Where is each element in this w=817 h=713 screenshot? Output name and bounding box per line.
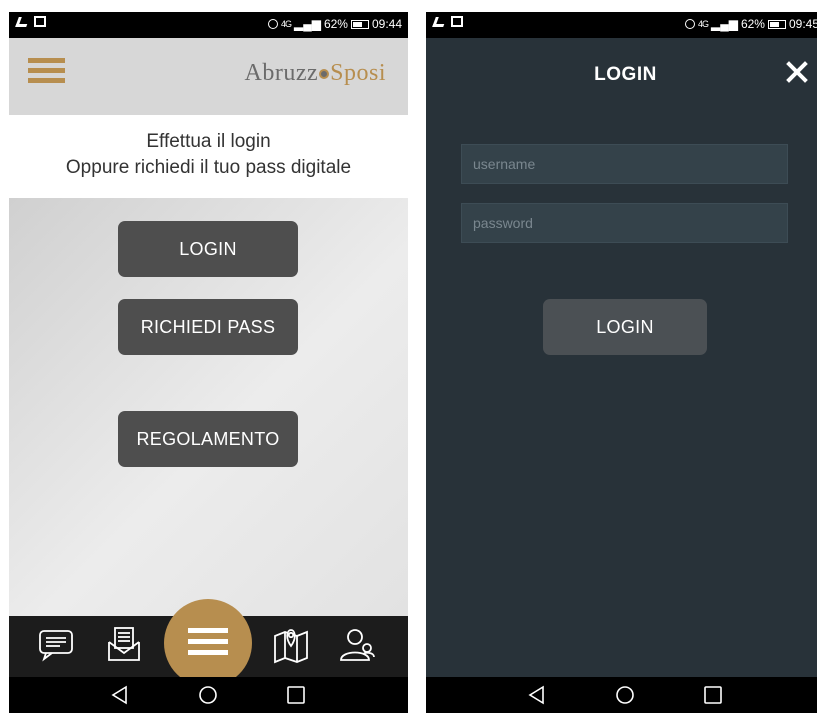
back-icon[interactable] [109, 684, 131, 706]
login-submit-button[interactable]: LOGIN [543, 299, 707, 355]
login-screen: 4G ▂▄▆ 62% 09:45 LOGIN LOGIN [426, 12, 817, 713]
battery-icon [350, 19, 369, 29]
alarm-icon [267, 19, 278, 29]
recents-icon[interactable] [285, 684, 307, 706]
signal-text: 4G [280, 19, 292, 29]
request-pass-button[interactable]: RICHIEDI PASS [118, 299, 298, 355]
app-header: Abruzz Sposi [9, 38, 408, 115]
signal-text: 4G [697, 19, 709, 29]
main-content: LOGIN RICHIEDI PASS REGOLAMENTO [9, 198, 408, 616]
home-icon[interactable] [197, 684, 219, 706]
home-screen: 4G ▂▄▆ 62% 09:44 Abruzz Sposi Effettua i… [9, 12, 408, 713]
status-time: 09:45 [788, 17, 817, 31]
back-icon[interactable] [526, 684, 548, 706]
status-bar: 4G ▂▄▆ 62% 09:45 [426, 12, 817, 38]
main-menu-button[interactable] [164, 599, 252, 687]
close-icon[interactable] [785, 60, 809, 84]
status-time: 09:44 [371, 17, 402, 31]
gallery-icon [34, 16, 46, 27]
signal-icon: ▂▄▆ [293, 17, 321, 31]
intro-text: Effettua il login Oppure richiedi il tuo… [9, 115, 408, 198]
users-icon[interactable] [338, 624, 378, 664]
recents-icon[interactable] [702, 684, 724, 706]
login-panel: LOGIN LOGIN [426, 38, 817, 677]
status-bar: 4G ▂▄▆ 62% 09:44 [9, 12, 408, 38]
username-field[interactable] [461, 144, 788, 184]
rules-button[interactable]: REGOLAMENTO [118, 411, 298, 467]
intro-line-1: Effettua il login [146, 131, 271, 152]
gallery-icon [451, 16, 463, 27]
login-title: LOGIN [594, 64, 657, 85]
battery-icon [767, 19, 786, 29]
logo-text-abruzz: Abruzz [244, 60, 319, 86]
login-button[interactable]: LOGIN [118, 221, 298, 277]
intro-line-2: Oppure richiedi il tuo pass digitale [65, 157, 352, 178]
app-logo: Abruzz Sposi [245, 60, 387, 87]
notification-icon [432, 16, 447, 27]
mail-icon[interactable] [104, 624, 144, 664]
home-icon[interactable] [614, 684, 636, 706]
bottom-tab-bar [9, 599, 408, 687]
password-field[interactable] [461, 203, 788, 243]
map-icon[interactable] [271, 624, 311, 664]
logo-rings-icon [319, 68, 330, 79]
alarm-icon [684, 19, 695, 29]
notification-icon [15, 16, 30, 27]
chat-icon[interactable] [36, 624, 76, 664]
signal-icon: ▂▄▆ [710, 17, 738, 31]
battery-percent: 62% [323, 17, 348, 31]
battery-percent: 62% [740, 17, 765, 31]
system-nav-bar [9, 677, 408, 713]
hamburger-menu-icon[interactable] [28, 58, 65, 84]
system-nav-bar [426, 677, 817, 713]
logo-text-sposi: Sposi [330, 60, 386, 86]
